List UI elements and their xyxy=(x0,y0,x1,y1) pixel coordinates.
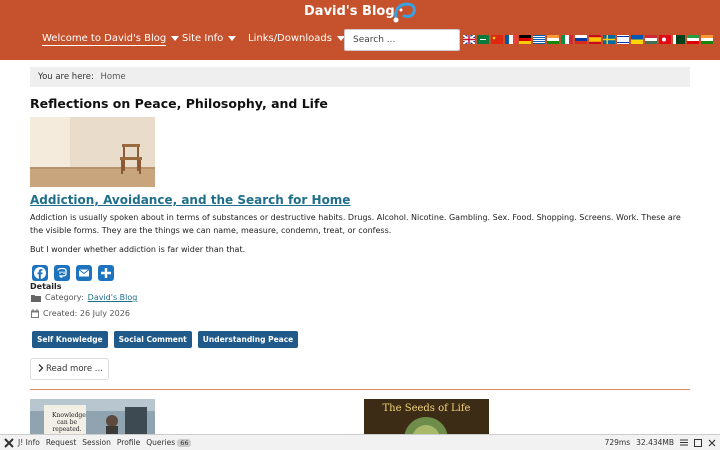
site-title[interactable]: David's Blog xyxy=(304,4,395,19)
menu-icon[interactable] xyxy=(680,439,688,446)
search-input[interactable] xyxy=(344,29,460,51)
read-more-label: Read more ... xyxy=(46,364,103,374)
debug-queries-label: Queries xyxy=(146,438,176,447)
category-label: Category: xyxy=(45,293,84,302)
article-divider xyxy=(30,389,690,390)
logo-icon[interactable] xyxy=(390,0,420,24)
article-thumbnail-image xyxy=(30,399,155,439)
turkey-flag-icon[interactable] xyxy=(659,35,671,44)
greece-flag-icon[interactable] xyxy=(533,35,545,44)
ukraine-flag-icon[interactable] xyxy=(631,35,643,44)
debug-time: 729ms xyxy=(604,438,631,447)
tag-self-knowledge[interactable]: Self Knowledge xyxy=(32,331,108,348)
chevron-down-icon xyxy=(228,35,237,41)
article-paragraph: But I wonder whether addiction is far wi… xyxy=(30,245,246,254)
germany-flag-icon[interactable] xyxy=(519,35,531,44)
site-header: David's Blog Welcome to David's Blog Sit… xyxy=(0,0,720,60)
chevron-down-icon xyxy=(171,35,180,41)
india-flag-icon[interactable] xyxy=(701,35,713,44)
italy-flag-icon[interactable] xyxy=(561,35,573,44)
article-image[interactable] xyxy=(30,117,155,187)
debug-profile-tab[interactable]: Profile xyxy=(117,438,140,447)
nav-item-site-info[interactable]: Site Info xyxy=(182,33,237,44)
nav-label: Site Info xyxy=(182,33,224,44)
calendar-icon xyxy=(31,309,39,318)
russia-flag-icon[interactable] xyxy=(575,35,587,44)
debug-memory: 32.434MB xyxy=(636,438,674,447)
created-row: Created: 26 July 2026 xyxy=(31,309,130,318)
next-article-image[interactable]: The Seeds of Life xyxy=(364,399,489,439)
read-more-button[interactable]: Read more ... xyxy=(30,358,109,380)
india-flag-icon[interactable] xyxy=(547,35,559,44)
debug-info-tab[interactable]: J! Info xyxy=(18,438,40,447)
saudi-flag-icon[interactable] xyxy=(477,35,489,44)
tag-list: Self Knowledge Social Comment Understand… xyxy=(32,331,299,348)
breadcrumb-prefix: You are here: xyxy=(38,72,94,82)
thumbnail-caption: Knowledge can be repeated. xyxy=(52,412,86,433)
nav-label: Links/Downloads xyxy=(248,33,332,44)
hungary-flag-icon[interactable] xyxy=(645,35,657,44)
thumbnail-title: The Seeds of Life xyxy=(382,403,471,414)
nav-item-links-downloads[interactable]: Links/Downloads xyxy=(248,33,345,44)
tag-understanding-peace[interactable]: Understanding Peace xyxy=(197,331,299,348)
china-flag-icon[interactable] xyxy=(491,35,503,44)
breadcrumb-home-link[interactable]: Home xyxy=(101,72,126,82)
debug-session-tab[interactable]: Session xyxy=(82,438,111,447)
close-icon[interactable] xyxy=(708,439,716,447)
debug-queries-tab[interactable]: Queries 66 xyxy=(146,438,192,447)
france-flag-icon[interactable] xyxy=(505,35,517,44)
chevron-right-icon xyxy=(38,364,44,372)
share-icon[interactable] xyxy=(98,265,114,281)
pakistan-flag-icon[interactable] xyxy=(673,35,685,44)
sweden-flag-icon[interactable] xyxy=(603,35,615,44)
debug-info-label: Info xyxy=(25,438,40,447)
language-switcher xyxy=(463,35,713,44)
next-article-image[interactable]: Knowledge can be repeated. xyxy=(30,399,155,439)
uk-flag-icon[interactable] xyxy=(463,35,475,44)
joomla-brand-icon: J! xyxy=(18,438,24,447)
tag-social-comment[interactable]: Social Comment xyxy=(113,331,192,348)
queries-count-badge: 66 xyxy=(177,439,192,447)
details-label: Details xyxy=(30,282,62,291)
mastodon-icon[interactable] xyxy=(54,265,70,281)
maximize-icon[interactable] xyxy=(694,438,702,447)
joomla-icon[interactable] xyxy=(4,437,14,448)
debug-toolbar: J! Info Request Session Profile Queries 6… xyxy=(0,434,720,450)
created-date: Created: 26 July 2026 xyxy=(43,309,130,318)
share-buttons xyxy=(32,265,114,281)
category-row: Category: David's Blog xyxy=(31,293,137,302)
folder-icon xyxy=(31,294,41,302)
debug-stats: 729ms 32.434MB xyxy=(605,438,716,447)
nav-label: Welcome to David's Blog xyxy=(42,33,167,46)
israel-flag-icon[interactable] xyxy=(617,35,629,44)
iran-flag-icon[interactable] xyxy=(687,35,699,44)
debug-request-tab[interactable]: Request xyxy=(46,438,76,447)
category-link[interactable]: David's Blog xyxy=(88,293,138,302)
article-title-link[interactable]: Addiction, Avoidance, and the Search for… xyxy=(30,193,350,207)
page-title: Reflections on Peace, Philosophy, and Li… xyxy=(30,96,328,111)
facebook-icon[interactable] xyxy=(32,265,48,281)
spain-flag-icon[interactable] xyxy=(589,35,601,44)
article-intro-paragraph: Addiction is usually spoken about in ter… xyxy=(30,213,681,235)
email-icon[interactable] xyxy=(76,265,92,281)
nav-item-welcome[interactable]: Welcome to David's Blog xyxy=(42,33,180,46)
breadcrumb: You are here: Home xyxy=(30,67,690,87)
